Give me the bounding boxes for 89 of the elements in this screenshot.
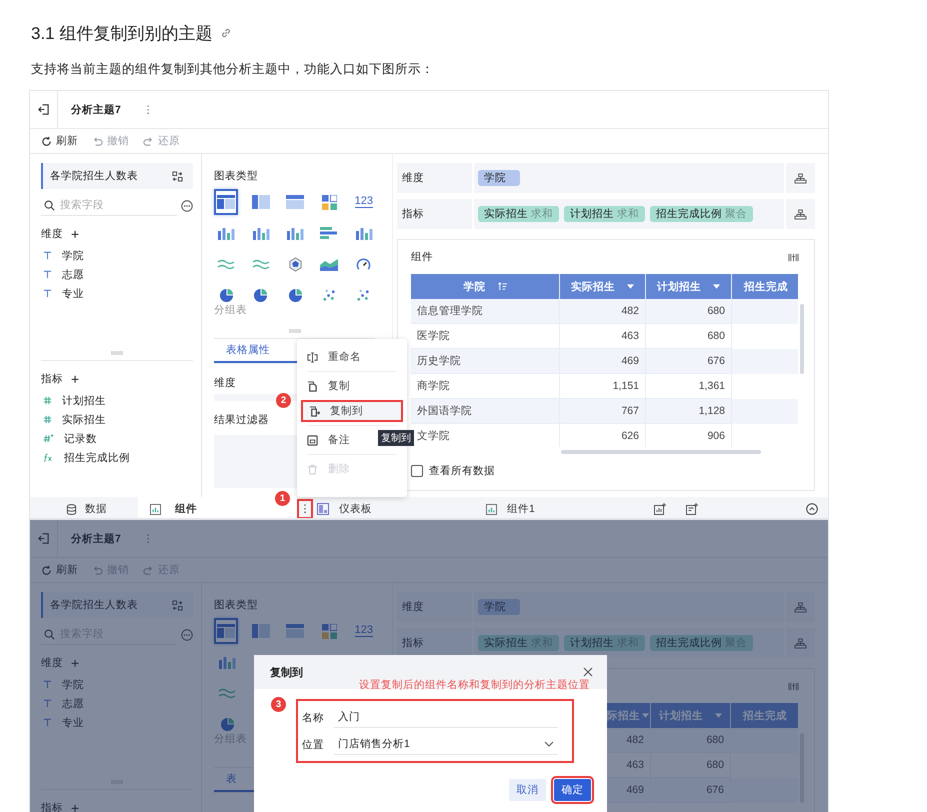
table-cell: 463 (621, 330, 639, 342)
chart-type-label: 分组表 (214, 303, 247, 317)
cancel-button[interactable]: 取消 (509, 779, 546, 801)
table-cell: 482 (621, 305, 639, 317)
field-item[interactable]: 招生完成比例 (64, 450, 130, 464)
table-cell: 医学院 (417, 329, 450, 343)
table-cell: 626 (621, 430, 639, 442)
dataset-name: 各学院招生人数表 (50, 598, 138, 612)
add-button[interactable]: + (71, 228, 80, 240)
section-label: 结果过滤器 (214, 413, 269, 427)
dataset-card[interactable]: 各学院招生人数表 (41, 592, 193, 618)
table-cell: 906 (707, 430, 725, 442)
menu-item[interactable]: 复制到 (301, 400, 403, 422)
shelf-label: 维度 (402, 171, 424, 185)
field-item[interactable]: 专业 (62, 716, 84, 730)
measure-chip[interactable]: 招生完成比例 聚合 (650, 206, 753, 222)
menu-item[interactable]: 重命名 (301, 346, 403, 368)
section-heading: 3.1 组件复制到别的主题 (31, 22, 212, 44)
section-label: 维度 (214, 376, 236, 390)
table-cell: 历史学院 (417, 354, 461, 368)
menu-item[interactable]: 复制 (301, 375, 403, 397)
refresh-button[interactable]: 刷新 (41, 134, 78, 148)
refresh-button[interactable]: 刷新 (41, 563, 78, 577)
field-item[interactable]: 记录数 (64, 432, 97, 446)
confirm-button[interactable]: 确定 (554, 779, 591, 801)
field-label: 位置 (302, 738, 325, 752)
shelf-label: 指标 (402, 207, 424, 221)
sheet-tab[interactable]: 仪表板 (313, 497, 478, 518)
table-cell: 680 (707, 305, 725, 317)
more-button[interactable]: ⋮ (142, 104, 151, 116)
column-header[interactable]: 招生完成 (732, 274, 798, 299)
step-badge: 1 (275, 491, 290, 506)
field-item[interactable]: 学院 (62, 678, 84, 692)
field-item[interactable]: 专业 (62, 286, 84, 300)
measure-chip[interactable]: 计划招生 求和 (564, 206, 645, 222)
table-cell: 680 (706, 759, 724, 771)
name-input[interactable]: 入门 (334, 707, 558, 728)
table-cell: 1,128 (698, 405, 725, 417)
add-button[interactable]: + (71, 657, 80, 669)
table-cell: 676 (707, 355, 725, 367)
dimension-chip[interactable]: 学院 (478, 599, 520, 615)
checkbox-label: 查看所有数据 (429, 464, 495, 478)
step-badge: 3 (271, 697, 286, 712)
table-cell: 463 (626, 759, 644, 771)
dimension-heading: 维度 (41, 227, 63, 241)
table-cell: 680 (706, 734, 724, 746)
location-select[interactable]: 门店销售分析1 (334, 734, 558, 755)
table-cell: 商学院 (417, 379, 450, 393)
measure-chip[interactable]: 实际招生 求和 (478, 206, 559, 222)
dimension-heading: 维度 (41, 656, 63, 670)
field-item[interactable]: 志愿 (62, 268, 84, 282)
sheet-tab[interactable]: 组件1 (478, 497, 648, 518)
theme-title: 分析主题7 (71, 102, 121, 116)
table-cell: 外国语学院 (417, 404, 472, 418)
step-badge: 2 (276, 393, 291, 408)
table-cell: 1,361 (698, 380, 725, 392)
shelf-label: 维度 (402, 600, 424, 614)
field-item[interactable]: 学院 (62, 248, 84, 262)
dialog-title: 复制到 (270, 666, 303, 680)
table-cell: 1,151 (612, 380, 639, 392)
field-label: 名称 (302, 710, 325, 724)
table-cell: 469 (621, 355, 639, 367)
card-title: 组件 (411, 250, 433, 264)
add-button[interactable]: + (71, 373, 80, 385)
measure-heading: 指标 (41, 372, 63, 386)
table-cell: 680 (707, 330, 725, 342)
annotation-note: 设置复制后的组件名称和复制到的分析主题位置 (359, 678, 590, 692)
panel-heading: 图表类型 (214, 598, 258, 612)
tooltip: 复制到 (378, 430, 414, 446)
field-item[interactable]: 志愿 (62, 696, 84, 710)
shelf-label: 指标 (402, 636, 424, 650)
dataset-name: 各学院招生人数表 (50, 169, 138, 183)
intro-paragraph: 支持将当前主题的组件复制到其他分析主题中，功能入口如下图所示： (30, 61, 435, 78)
table-cell: 文学院 (417, 429, 450, 443)
table-cell: 482 (626, 734, 644, 746)
table-cell: 信息管理学院 (417, 304, 483, 318)
field-item[interactable]: 实际招生 (62, 412, 106, 426)
theme-title: 分析主题7 (71, 532, 121, 546)
table-cell: 469 (626, 784, 644, 796)
sheet-tab[interactable]: 数据 (30, 497, 138, 518)
field-item[interactable]: 计划招生 (62, 394, 106, 408)
dimension-chip[interactable]: 学院 (478, 170, 520, 186)
add-button[interactable]: + (71, 802, 80, 812)
dataset-card[interactable]: 各学院招生人数表 (41, 163, 193, 189)
search-field[interactable]: 搜索字段 (60, 198, 160, 212)
chart-type-button[interactable]: 123 (352, 189, 376, 215)
table-cell: 676 (706, 784, 724, 796)
panel-heading: 图表类型 (214, 169, 258, 183)
table-cell: 767 (621, 405, 639, 417)
